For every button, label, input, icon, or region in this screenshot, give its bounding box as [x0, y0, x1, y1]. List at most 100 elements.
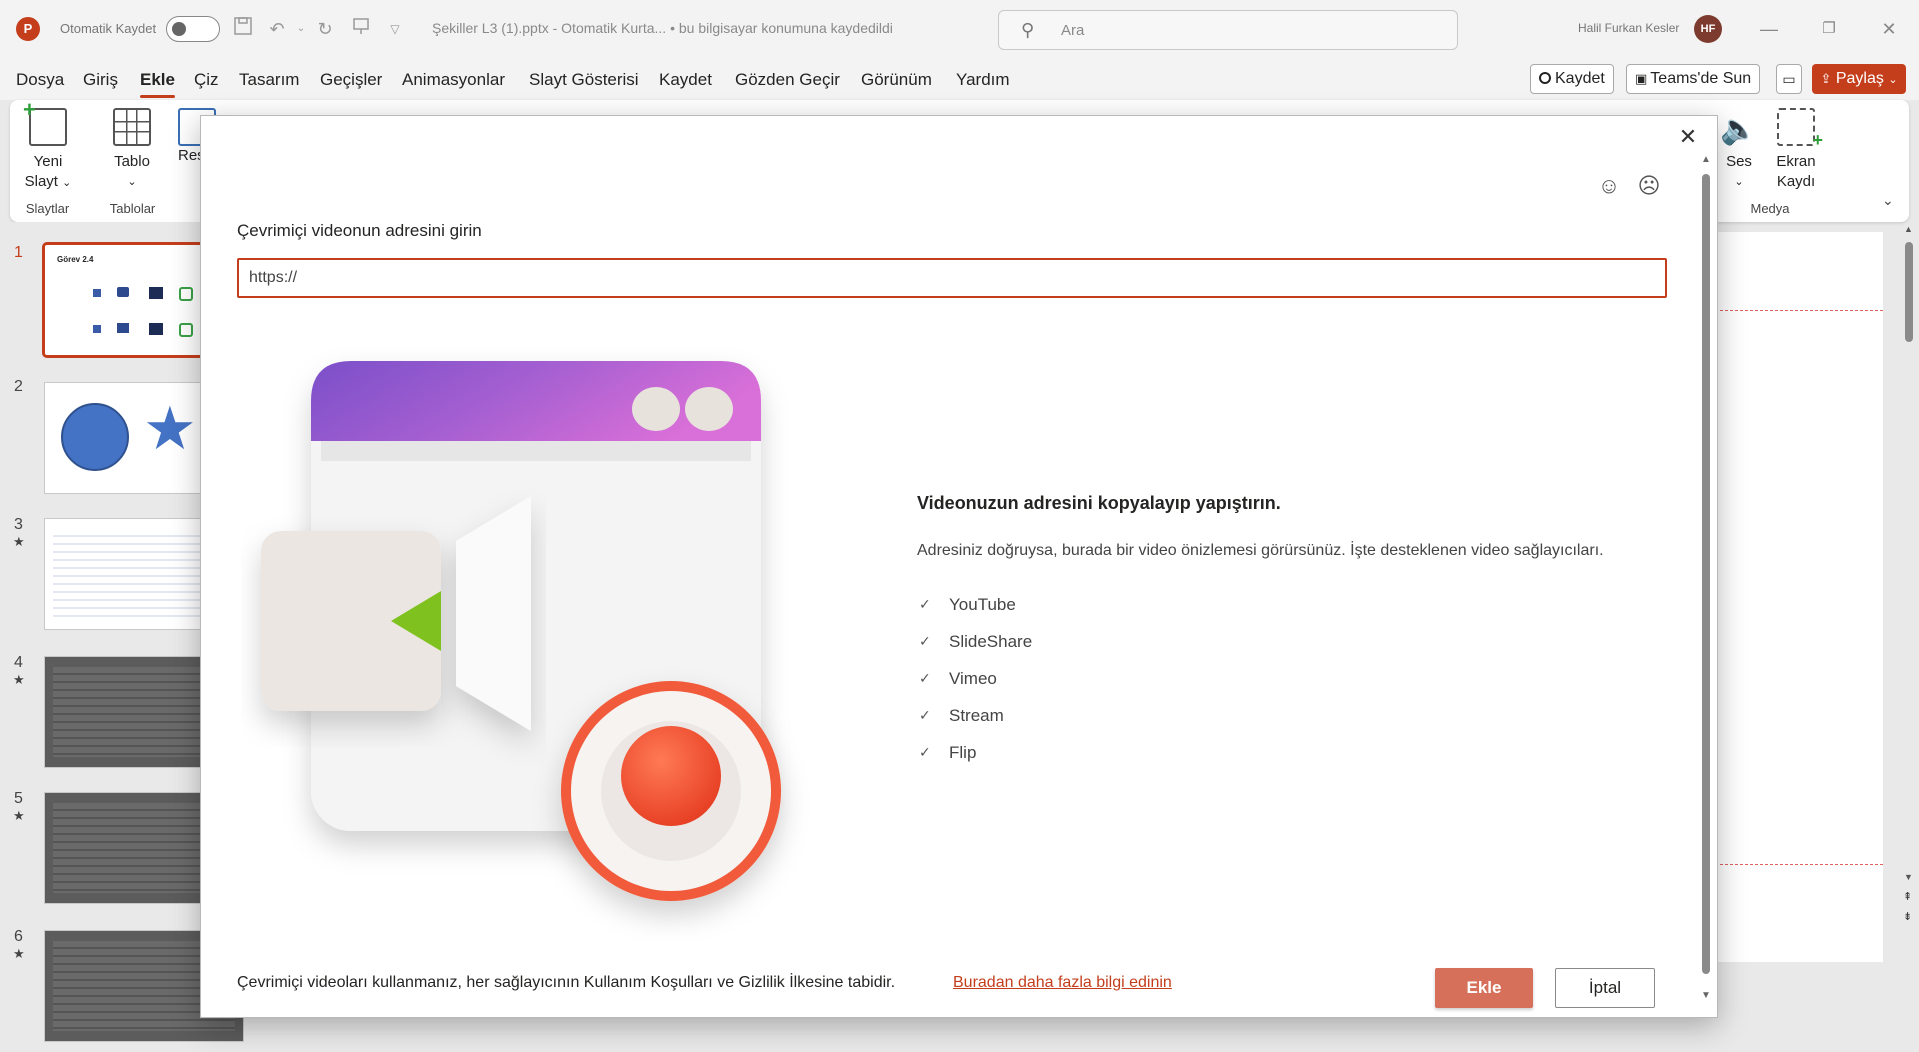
share-label: Paylaş: [1835, 70, 1884, 87]
restore-icon[interactable]: ❐: [1814, 14, 1844, 44]
table-button[interactable]: Tablo ⌄: [97, 108, 167, 192]
menu-bar: Dosya Giriş Ekle Çiz Tasarım Geçişler An…: [0, 58, 1919, 100]
url-input[interactable]: [237, 258, 1667, 298]
cancel-button[interactable]: İptal: [1555, 968, 1655, 1008]
record-label: Kaydet: [1555, 70, 1605, 87]
close-window-icon[interactable]: ✕: [1874, 14, 1904, 44]
screen-recording-icon: +: [1777, 108, 1823, 150]
undo-icon[interactable]: ↶: [264, 16, 290, 42]
list-item: ✓ Flip: [919, 734, 1032, 771]
save-icon[interactable]: [230, 16, 256, 42]
comment-icon: ▭: [1782, 71, 1796, 87]
slide-number-2: 2: [14, 378, 23, 395]
star-shape: ★: [143, 395, 197, 462]
list-item: ✓ Vimeo: [919, 660, 1032, 697]
new-slide-button[interactable]: + Yeni Slayt ⌄: [18, 99, 78, 193]
chevron-down-icon: ⌄: [1734, 176, 1744, 188]
check-icon: ✓: [919, 744, 931, 760]
animation-star-icon: ★: [13, 672, 25, 687]
ribbon-collapse-icon[interactable]: ⌄: [1882, 192, 1894, 209]
chevron-down-icon: ⌄: [62, 177, 72, 189]
undo-dropdown-icon[interactable]: ⌄: [288, 16, 314, 42]
terms-note: Çevrimiçi videoları kullanmanız, her sağ…: [237, 974, 896, 991]
new-slide-label-2: Slayt: [24, 173, 58, 190]
tab-yardim[interactable]: Yardım: [956, 70, 1010, 90]
check-icon: ✓: [919, 707, 931, 723]
search-placeholder: Ara: [1061, 22, 1085, 39]
tab-slayt-gosterisi[interactable]: Slayt Gösterisi: [529, 70, 639, 90]
slide-number-5: 5: [14, 790, 23, 807]
tab-tasarim[interactable]: Tasarım: [239, 70, 299, 90]
slide-scrollbar[interactable]: ▲ ▼ ⇞ ⇟: [1900, 222, 1919, 1052]
autosave-toggle[interactable]: [166, 16, 220, 42]
customize-qat-icon[interactable]: ▽: [382, 16, 408, 42]
chevron-down-icon: ⌄: [127, 176, 137, 188]
provider-name: YouTube: [949, 594, 1016, 614]
provider-list: ✓ YouTube ✓ SlideShare ✓ Vimeo ✓ Stream ✓ Fli…: [919, 586, 1032, 771]
group-label-media: Medya: [1750, 201, 1790, 216]
close-icon[interactable]: ✕: [1673, 122, 1703, 152]
group-label-slides: Slaytlar: [25, 201, 70, 216]
tab-kaydet[interactable]: Kaydet: [659, 70, 712, 90]
new-slide-icon: +: [23, 99, 67, 146]
search-icon: ⚲: [1021, 20, 1035, 40]
record-icon: [1539, 72, 1551, 84]
slide-number-1: 1: [14, 244, 23, 261]
list-item: ✓ SlideShare: [919, 623, 1032, 660]
present-icon[interactable]: [348, 16, 374, 42]
smiley-shape: [61, 403, 129, 471]
autosave-label: Otomatik Kaydet: [60, 21, 157, 36]
speaker-icon: 🔈: [1720, 113, 1758, 146]
search-box[interactable]: ⚲ Ara: [998, 10, 1458, 50]
check-icon: ✓: [919, 596, 931, 612]
audio-button[interactable]: 🔈 Ses ⌄: [1714, 108, 1764, 192]
animation-star-icon: ★: [13, 808, 25, 823]
tab-ciz[interactable]: Çiz: [194, 70, 219, 90]
screen-recording-button[interactable]: + Ekran Kaydı: [1766, 108, 1826, 192]
list-item: ✓ Stream: [919, 697, 1032, 734]
comments-button[interactable]: ▭: [1776, 64, 1802, 94]
tab-giris[interactable]: Giriş: [83, 70, 118, 90]
dialog-scrollbar[interactable]: ▲ ▼: [1699, 154, 1713, 1004]
video-illustration: [261, 361, 781, 901]
frown-feedback-icon[interactable]: ☹: [1637, 174, 1661, 198]
provider-name: Stream: [949, 705, 1004, 725]
guide-line: [1705, 864, 1883, 865]
slide-number-3: 3: [14, 516, 23, 533]
redo-icon[interactable]: ↻: [312, 16, 338, 42]
ribbon-group-slides: + Yeni Slayt ⌄ Slaytlar: [10, 99, 85, 222]
tab-animasyonlar[interactable]: Animasyonlar: [402, 70, 505, 90]
powerpoint-logo-icon: P: [16, 17, 40, 41]
tab-gecisler[interactable]: Geçişler: [320, 70, 382, 90]
tab-ekle[interactable]: Ekle: [140, 70, 175, 98]
present-in-teams-button[interactable]: ▣ Teams'de Sun: [1626, 64, 1761, 94]
smile-feedback-icon[interactable]: ☺: [1597, 174, 1621, 198]
slide-canvas[interactable]: [1705, 232, 1883, 962]
share-button[interactable]: ⇪ Paylaş ⌄: [1812, 64, 1906, 94]
provider-name: Flip: [949, 742, 977, 762]
tab-gorunum[interactable]: Görünüm: [861, 70, 932, 90]
animation-star-icon: ★: [13, 534, 25, 549]
teams-icon: ▣: [1635, 71, 1648, 86]
previous-slide-icon[interactable]: ⇞: [1903, 890, 1912, 903]
info-title: Videonuzun adresini kopyalayıp yapıştırı…: [917, 493, 1281, 513]
online-video-dialog: ✕ ☺ ☹ ▲ ▼ Çevrimiçi videonun adresini gi…: [200, 115, 1718, 1018]
user-name[interactable]: Halil Furkan Kesler: [1578, 21, 1679, 35]
record-button[interactable]: Kaydet: [1530, 64, 1614, 94]
ribbon-group-media: 🔈 Ses ⌄ + Ekran Kaydı Medya: [1710, 100, 1830, 222]
teams-label: Teams'de Sun: [1650, 70, 1752, 87]
minimize-icon[interactable]: —: [1754, 14, 1784, 44]
table-icon: [113, 108, 151, 146]
table-label: Tablo: [114, 153, 150, 170]
insert-button[interactable]: Ekle: [1435, 968, 1533, 1008]
screen-recording-label-2: Kaydı: [1776, 173, 1816, 190]
tab-gozden-gecir[interactable]: Gözden Geçir: [735, 70, 840, 90]
tab-dosya[interactable]: Dosya: [16, 70, 64, 90]
next-slide-icon[interactable]: ⇟: [1903, 910, 1912, 923]
ribbon-group-tables: Tablo ⌄ Tablolar: [85, 100, 180, 222]
animation-star-icon: ★: [13, 946, 25, 961]
avatar[interactable]: HF: [1694, 15, 1722, 43]
provider-name: SlideShare: [949, 631, 1033, 651]
audio-label: Ses: [1726, 153, 1752, 170]
learn-more-link[interactable]: Buradan daha fazla bilgi edinin: [953, 974, 1172, 992]
